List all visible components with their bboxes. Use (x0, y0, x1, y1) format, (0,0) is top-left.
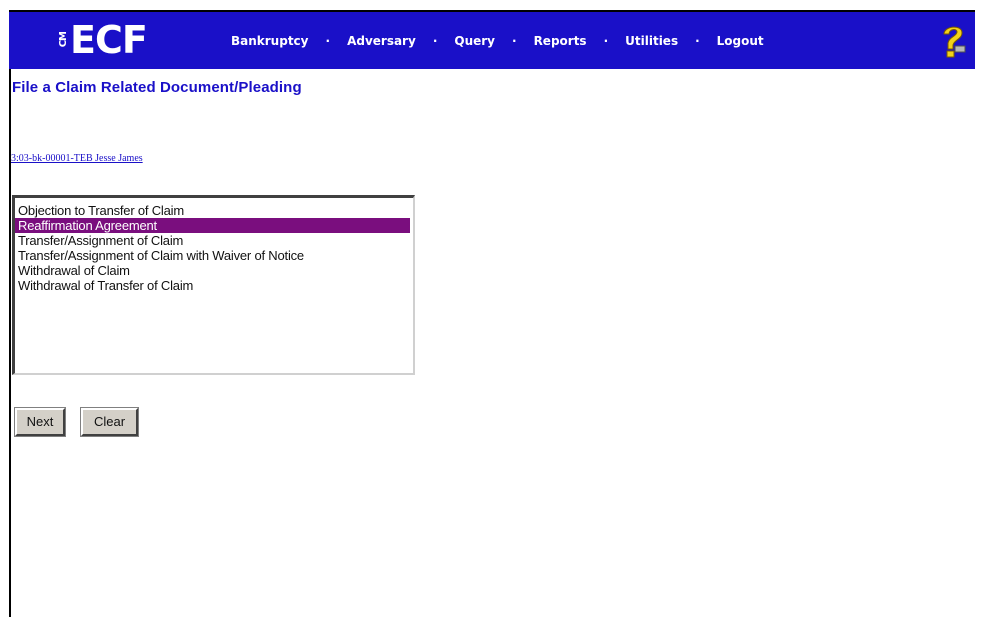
menu-logout[interactable]: Logout (717, 34, 764, 48)
menu-separator: · (325, 33, 331, 48)
cmecf-menubar: CM ECF Bankruptcy · Adversary · Query · … (9, 10, 975, 69)
next-button[interactable]: Next (14, 407, 66, 437)
menu-adversary[interactable]: Adversary (347, 34, 416, 48)
list-option[interactable]: Objection to Transfer of Claim (15, 203, 410, 218)
list-option[interactable]: Withdrawal of Claim (15, 263, 410, 278)
event-select-list[interactable]: Objection to Transfer of Claim Reaffirma… (12, 195, 415, 375)
list-option[interactable]: Transfer/Assignment of Claim with Waiver… (15, 248, 410, 263)
menu-separator: · (603, 33, 609, 48)
list-option[interactable]: Transfer/Assignment of Claim (15, 233, 410, 248)
logo-text: ECF (70, 18, 148, 62)
menu-reports[interactable]: Reports (534, 34, 587, 48)
case-number-link[interactable]: 3:03-bk-00001-TEB Jesse James (11, 153, 143, 164)
page-title: File a Claim Related Document/Pleading (12, 79, 302, 96)
menu-query[interactable]: Query (454, 34, 495, 48)
clear-button[interactable]: Clear (80, 407, 139, 437)
menu-separator: · (432, 33, 438, 48)
list-option-selected[interactable]: Reaffirmation Agreement (15, 218, 410, 233)
menu-bankruptcy[interactable]: Bankruptcy (231, 34, 309, 48)
left-border (9, 10, 11, 617)
main-menu: Bankruptcy · Adversary · Query · Reports… (231, 12, 764, 69)
menu-separator: · (695, 33, 700, 48)
list-option[interactable]: Withdrawal of Transfer of Claim (15, 278, 410, 293)
browser-page: CM ECF Bankruptcy · Adversary · Query · … (0, 0, 983, 617)
menu-utilities[interactable]: Utilities (625, 34, 678, 48)
menu-separator: · (512, 33, 517, 48)
logo-prefix: CM (58, 32, 69, 48)
question-mark-icon[interactable] (938, 22, 968, 62)
top-border (0, 0, 983, 10)
cmecf-logo: CM ECF (58, 16, 148, 64)
